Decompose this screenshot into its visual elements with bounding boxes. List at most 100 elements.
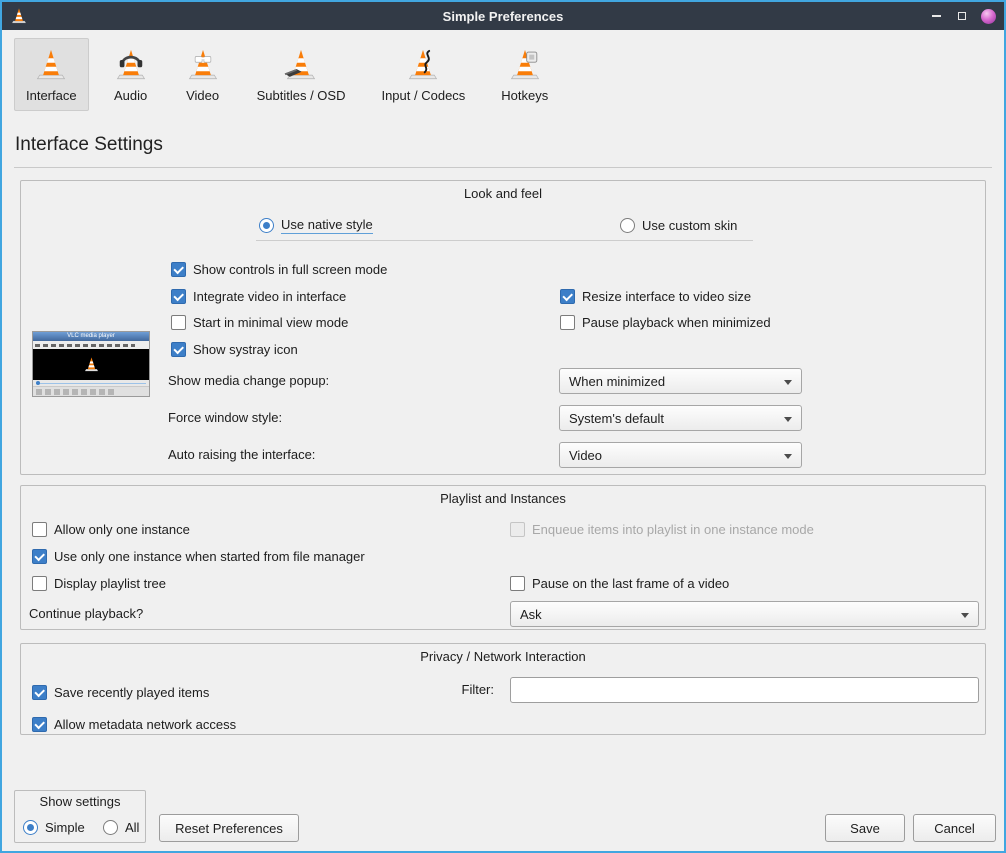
radio-indicator: [620, 218, 635, 233]
hotkeys-icon: [507, 47, 543, 83]
toolbar-item-label: Audio: [114, 88, 147, 103]
checkbox-integrate-video[interactable]: Integrate video in interface: [171, 287, 346, 305]
filter-input[interactable]: [510, 677, 979, 703]
checkbox-pause-last-frame[interactable]: Pause on the last frame of a video: [510, 574, 729, 592]
radio-label: Use native style: [281, 217, 373, 234]
group-playlist-instances: Playlist and Instances Allow only one in…: [20, 485, 986, 630]
save-button[interactable]: Save: [825, 814, 905, 842]
minimize-button[interactable]: [929, 9, 943, 23]
checkbox-indicator: [32, 549, 47, 564]
group-title: Show settings: [15, 794, 145, 809]
toolbar-item-audio[interactable]: Audio: [101, 38, 161, 111]
window-title: Simple Preferences: [2, 9, 1004, 24]
checkbox-indicator: [32, 522, 47, 537]
checkbox-indicator: [510, 522, 525, 537]
combo-value: Video: [569, 448, 602, 463]
preview-cone-icon: [83, 356, 100, 373]
cancel-button[interactable]: Cancel: [913, 814, 996, 842]
checkbox-indicator: [510, 576, 525, 591]
subtitles-icon: [283, 47, 319, 83]
checkbox-indicator: [171, 342, 186, 357]
auto-raise-label: Auto raising the interface:: [168, 442, 315, 468]
checkbox-label: Use only one instance when started from …: [54, 549, 365, 564]
media-change-popup-label: Show media change popup:: [168, 368, 329, 394]
toolbar-item-subtitles[interactable]: Subtitles / OSD: [245, 38, 358, 111]
preview-controls: [33, 386, 149, 396]
continue-playback-combo[interactable]: Ask: [510, 601, 979, 627]
checkbox-indicator: [560, 315, 575, 330]
checkbox-label: Save recently played items: [54, 685, 209, 700]
checkbox-indicator: [32, 685, 47, 700]
checkbox-label: Integrate video in interface: [193, 289, 346, 304]
preferences-window: Simple Preferences Interface Audio: [0, 0, 1006, 853]
checkbox-minimal-view[interactable]: Start in minimal view mode: [171, 313, 348, 331]
combo-value: System's default: [569, 411, 664, 426]
checkbox-one-instance[interactable]: Allow only one instance: [32, 520, 190, 538]
radio-indicator: [23, 820, 38, 835]
group-privacy-network: Privacy / Network Interaction Save recen…: [20, 643, 986, 735]
checkbox-label: Pause on the last frame of a video: [532, 576, 729, 591]
checkbox-label: Resize interface to video size: [582, 289, 751, 304]
checkbox-metadata-access[interactable]: Allow metadata network access: [32, 715, 236, 733]
checkbox-label: Allow metadata network access: [54, 717, 236, 732]
restore-button[interactable]: [955, 9, 969, 23]
filter-label: Filter:: [404, 677, 494, 703]
checkbox-indicator: [171, 262, 186, 277]
checkbox-label: Pause playback when minimized: [582, 315, 771, 330]
radio-row-divider: [256, 240, 753, 241]
toolbar-item-label: Input / Codecs: [381, 88, 465, 103]
toolbar-item-hotkeys[interactable]: Hotkeys: [489, 38, 560, 111]
radio-native-style[interactable]: Use native style: [259, 216, 373, 234]
radio-settings-all[interactable]: All: [103, 818, 139, 836]
preview-video-area: [33, 349, 149, 380]
checkbox-enqueue-items: Enqueue items into playlist in one insta…: [510, 520, 814, 538]
checkbox-one-instance-file-manager[interactable]: Use only one instance when started from …: [32, 547, 365, 565]
checkbox-pause-minimized[interactable]: Pause playback when minimized: [560, 313, 771, 331]
group-title: Look and feel: [21, 186, 985, 201]
radio-settings-simple[interactable]: Simple: [23, 818, 85, 836]
window-controls: [929, 9, 996, 24]
input-codecs-icon: [405, 47, 441, 83]
toolbar-item-label: Subtitles / OSD: [257, 88, 346, 103]
interface-preview: VLC media player: [32, 331, 150, 397]
checkbox-show-controls-fullscreen[interactable]: Show controls in full screen mode: [171, 260, 387, 278]
checkbox-indicator: [32, 717, 47, 732]
reset-preferences-button[interactable]: Reset Preferences: [159, 814, 299, 842]
toolbar-item-interface[interactable]: Interface: [14, 38, 89, 111]
checkbox-indicator: [32, 576, 47, 591]
radio-indicator: [103, 820, 118, 835]
page-title: Interface Settings: [15, 134, 163, 156]
checkbox-label: Enqueue items into playlist in one insta…: [532, 522, 814, 537]
close-button[interactable]: [981, 9, 996, 24]
checkbox-indicator: [171, 315, 186, 330]
toolbar-item-label: Interface: [26, 88, 77, 103]
preview-menubar: [33, 341, 149, 349]
combo-value: Ask: [520, 607, 542, 622]
radio-label: Simple: [45, 820, 85, 835]
checkbox-save-recent[interactable]: Save recently played items: [32, 683, 209, 701]
interface-icon: [33, 47, 69, 83]
continue-playback-label: Continue playback?: [29, 601, 143, 627]
toolbar-item-video[interactable]: Video: [173, 38, 233, 111]
heading-divider: [14, 167, 992, 168]
checkbox-indicator: [171, 289, 186, 304]
group-show-settings: Show settings Simple All: [14, 790, 146, 843]
minimize-icon: [932, 15, 941, 17]
audio-icon: [113, 47, 149, 83]
video-icon: [185, 47, 221, 83]
titlebar: Simple Preferences: [2, 2, 1004, 30]
window-style-combo[interactable]: System's default: [559, 405, 802, 431]
checkbox-systray-icon[interactable]: Show systray icon: [171, 340, 298, 358]
checkbox-resize-interface[interactable]: Resize interface to video size: [560, 287, 751, 305]
checkbox-playlist-tree[interactable]: Display playlist tree: [32, 574, 166, 592]
radio-indicator: [259, 218, 274, 233]
checkbox-label: Allow only one instance: [54, 522, 190, 537]
checkbox-indicator: [560, 289, 575, 304]
auto-raise-combo[interactable]: Video: [559, 442, 802, 468]
window-style-label: Force window style:: [168, 405, 282, 431]
group-title: Privacy / Network Interaction: [21, 649, 985, 664]
media-change-popup-combo[interactable]: When minimized: [559, 368, 802, 394]
combo-value: When minimized: [569, 374, 665, 389]
radio-custom-skin[interactable]: Use custom skin: [620, 216, 737, 234]
toolbar-item-input-codecs[interactable]: Input / Codecs: [369, 38, 477, 111]
